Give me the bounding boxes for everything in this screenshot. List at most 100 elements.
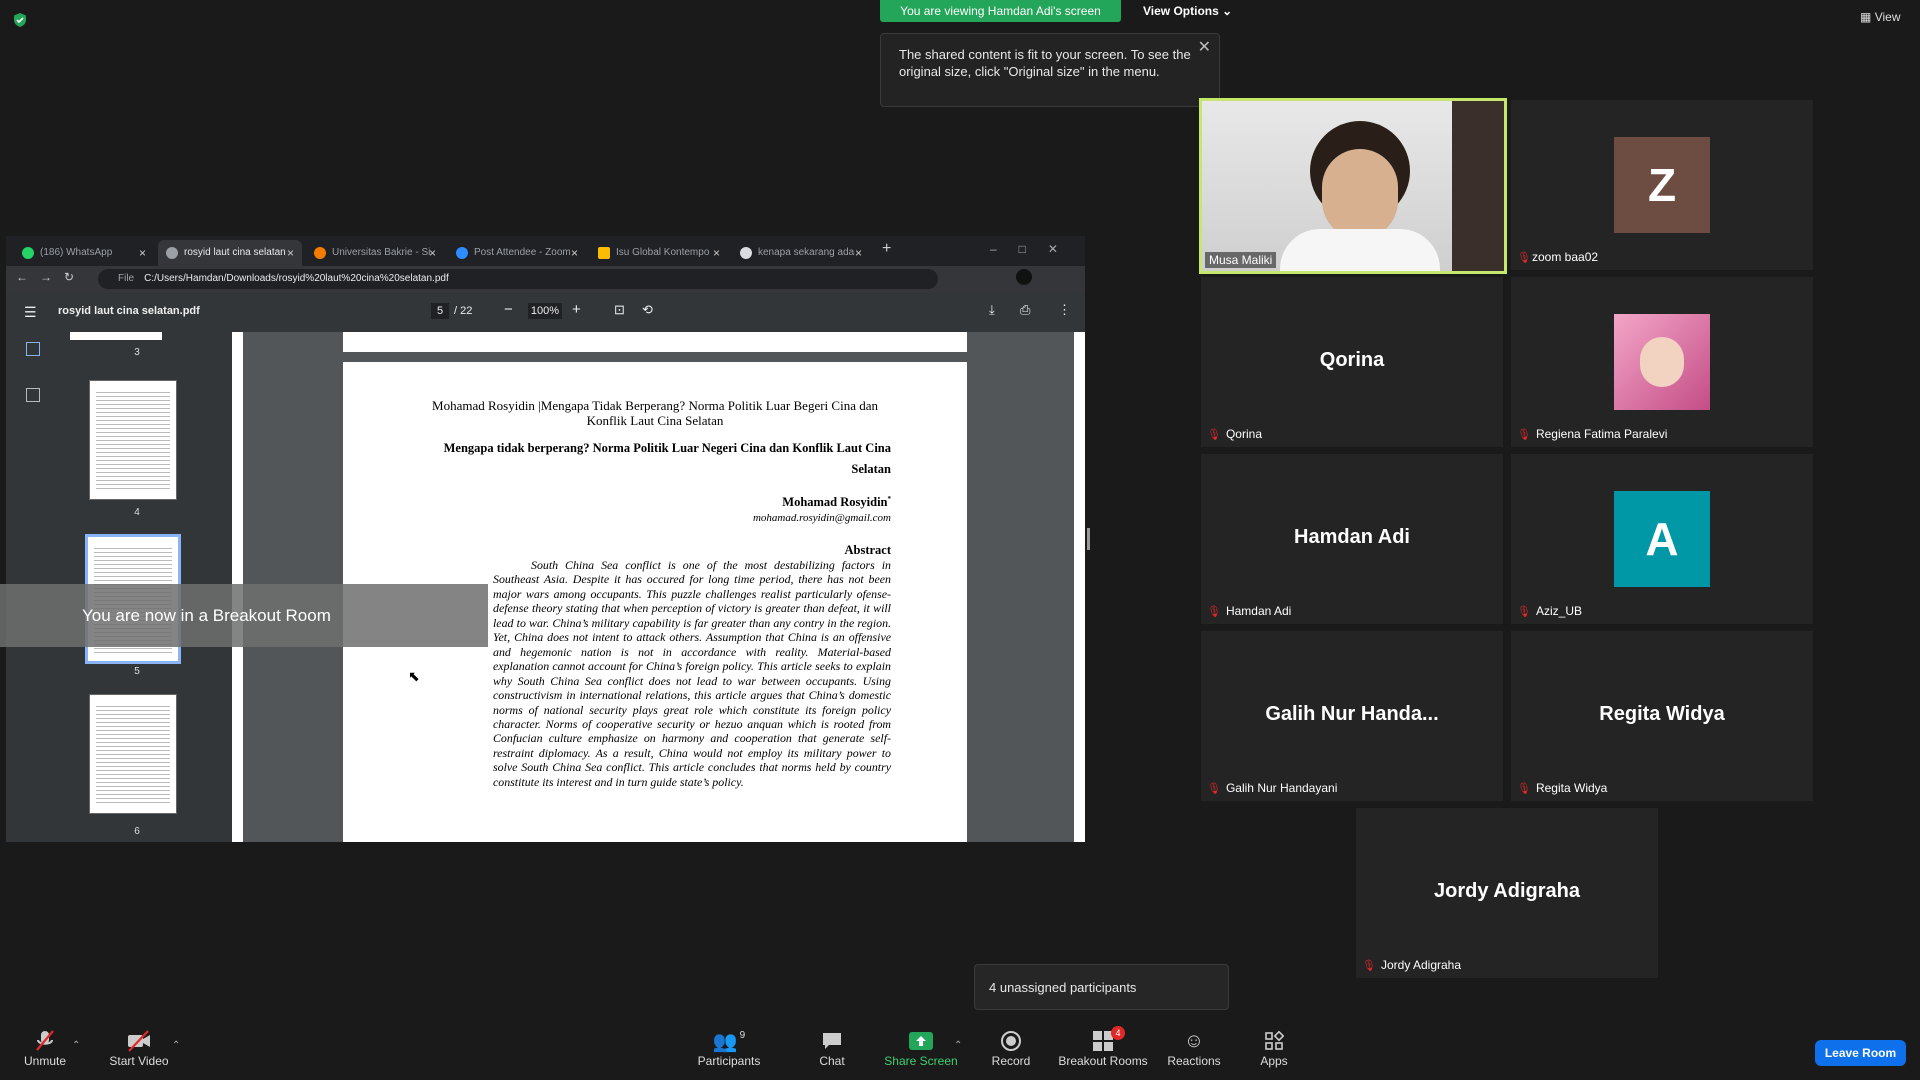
breakout-rooms-button[interactable]: 4 Breakout Rooms [1058,1026,1148,1068]
address-bar: ←→↻ File C:/Users/Hamdan/Downloads/rosyid… [6,266,1085,292]
close-icon[interactable]: × [571,240,578,266]
participant-display-name: Regita Widya [1599,703,1725,725]
thumbnail-3[interactable] [70,332,162,340]
split-handle[interactable] [1087,528,1090,550]
tile-hamdan-adi[interactable]: Hamdan Adi 🎙 Hamdan Adi [1201,454,1503,624]
zoom-in-icon[interactable]: + [572,301,581,318]
more-options-icon[interactable]: ⋮ [1058,302,1071,318]
view-button[interactable]: ▦ View [1860,10,1900,24]
profile-avatar[interactable] [1016,269,1032,285]
author-mark: * [887,495,892,503]
thumbnails-icon[interactable] [26,342,40,356]
nav-buttons[interactable]: ←→↻ [16,270,86,284]
url-field[interactable]: File C:/Users/Hamdan/Downloads/rosyid%20l… [98,269,938,289]
participants-count: 9 [739,1029,746,1041]
breakout-rooms-icon: 4 [1058,1026,1148,1054]
whatsapp-icon [22,247,34,259]
mic-muted-icon: 🎙 [1207,782,1221,795]
participants-label: Participants [697,1054,761,1068]
close-icon[interactable]: × [429,240,436,266]
unassigned-participants-popup[interactable]: 4 unassigned participants [974,964,1229,1010]
url-text: C:/Users/Hamdan/Downloads/rosyid%20laut%… [144,273,449,284]
record-button[interactable]: Record [990,1028,1032,1068]
menu-icon[interactable]: ☰ [24,304,37,321]
thumbnail-4[interactable] [89,380,177,500]
running-header: Mohamad Rosyidin |Mengapa Tidak Berperan… [432,398,878,428]
reactions-button[interactable]: ☺ Reactions [1166,1028,1222,1069]
page-number-input[interactable]: 5 [431,303,449,319]
tile-regiena[interactable]: 🎙 Regiena Fatima Paralevi [1511,277,1813,447]
close-icon[interactable]: × [287,240,294,266]
close-icon[interactable]: × [713,240,720,266]
zoom-level[interactable]: 100% [528,303,562,319]
share-screen-button[interactable]: Share Screen [884,1028,958,1068]
apps-button[interactable]: Apps [1256,1028,1292,1068]
participant-name: Galih Nur Handayani [1225,781,1338,795]
tile-galih[interactable]: Galih Nur Handa... 🎙 Galih Nur Handayani [1201,631,1503,801]
outline-icon[interactable] [26,388,40,402]
start-video-button[interactable]: Start Video [106,1028,172,1068]
record-label: Record [991,1054,1031,1068]
caret-up-icon[interactable]: ⌃ [172,1040,180,1051]
google-icon [740,247,752,259]
tab-zoom[interactable]: Post Attendee - Zoom × [448,240,586,266]
mic-muted-icon [20,1028,70,1054]
print-icon[interactable]: ⎙ [1020,302,1030,318]
tab-isu-global[interactable]: Isu Global Kontempo × [590,240,728,266]
tile-zoom-baa02[interactable]: Z 🎙 zoom baa02 [1511,100,1813,270]
tile-aziz-ub[interactable]: A 🎙 Aziz_UB [1511,454,1813,624]
view-options-button[interactable]: View Options ⌄ [1135,0,1240,22]
tile-jordy[interactable]: Jordy Adigraha 🎙 Jordy Adigraha [1356,808,1658,978]
mic-muted-icon: 🎙 [1207,605,1221,618]
close-icon[interactable]: ✕ [1198,39,1211,56]
tab-label: (186) WhatsApp [40,247,113,258]
participant-label: 🎙 Aziz_UB [1517,604,1582,618]
doorframe [1452,101,1504,271]
chat-icon [810,1028,854,1054]
participant-name: Aziz_UB [1535,604,1582,618]
rotate-icon[interactable]: ⟲ [642,302,653,318]
chevron-down-icon: ⌄ [1222,4,1233,18]
shield-check-icon[interactable] [12,12,28,28]
tab-bakrie[interactable]: Universitas Bakrie - Si × [306,240,444,266]
tab-label: Isu Global Kontempo [616,247,710,258]
leave-room-button[interactable]: Leave Room [1815,1040,1906,1066]
window-controls[interactable]: –□✕ [990,242,1080,256]
file-label: File [118,273,135,284]
tile-regita[interactable]: Regita Widya 🎙 Regita Widya [1511,631,1813,801]
video-off-icon [106,1028,172,1054]
chat-button[interactable]: Chat [810,1028,854,1068]
document-scrollbar[interactable] [1074,332,1085,842]
thumbnail-6[interactable] [89,694,177,814]
tab-whatsapp[interactable]: (186) WhatsApp × [14,240,154,266]
video-tile-musa-maliki[interactable]: Musa Maliki [1199,98,1507,274]
previous-page [343,332,967,352]
zoom-out-icon[interactable]: − [504,301,513,318]
abstract-heading: Abstract [844,543,891,557]
close-icon[interactable]: × [855,240,862,266]
fit-page-icon[interactable]: ⊡ [614,302,625,318]
participant-label: 🎙 Galih Nur Handayani [1207,781,1337,795]
participants-button[interactable]: 👥 9 Participants [696,1028,762,1069]
unmute-button[interactable]: Unmute [20,1028,70,1068]
unmute-label: Unmute [23,1054,67,1068]
participant-name: Musa Maliki [1205,252,1277,268]
participant-display-name: Galih Nur Handa... [1265,703,1439,725]
participant-display-name: Qorina [1319,349,1385,371]
globe-icon [166,247,178,259]
tab-pdf[interactable]: rosyid laut cina selatan × [158,240,302,266]
participant-name: Hamdan Adi [1225,604,1292,618]
tab-google[interactable]: kenapa sekarang ada × [732,240,870,266]
participant-name: Qorina [1225,427,1262,441]
profile-photo [1614,314,1710,410]
caret-up-icon[interactable]: ⌃ [72,1040,80,1051]
caret-up-icon[interactable]: ⌃ [954,1040,962,1051]
mic-muted-icon: 🎙 [1517,782,1531,795]
zoom-icon [456,247,468,259]
participant-label: 🎙 Qorina [1207,427,1262,441]
close-icon[interactable]: × [139,240,146,266]
tile-qorina[interactable]: Qorina 🎙 Qorina [1201,277,1503,447]
start-video-label: Start Video [109,1054,169,1068]
new-tab-icon[interactable]: + [882,240,891,258]
download-icon[interactable]: ⤓ [989,302,995,318]
